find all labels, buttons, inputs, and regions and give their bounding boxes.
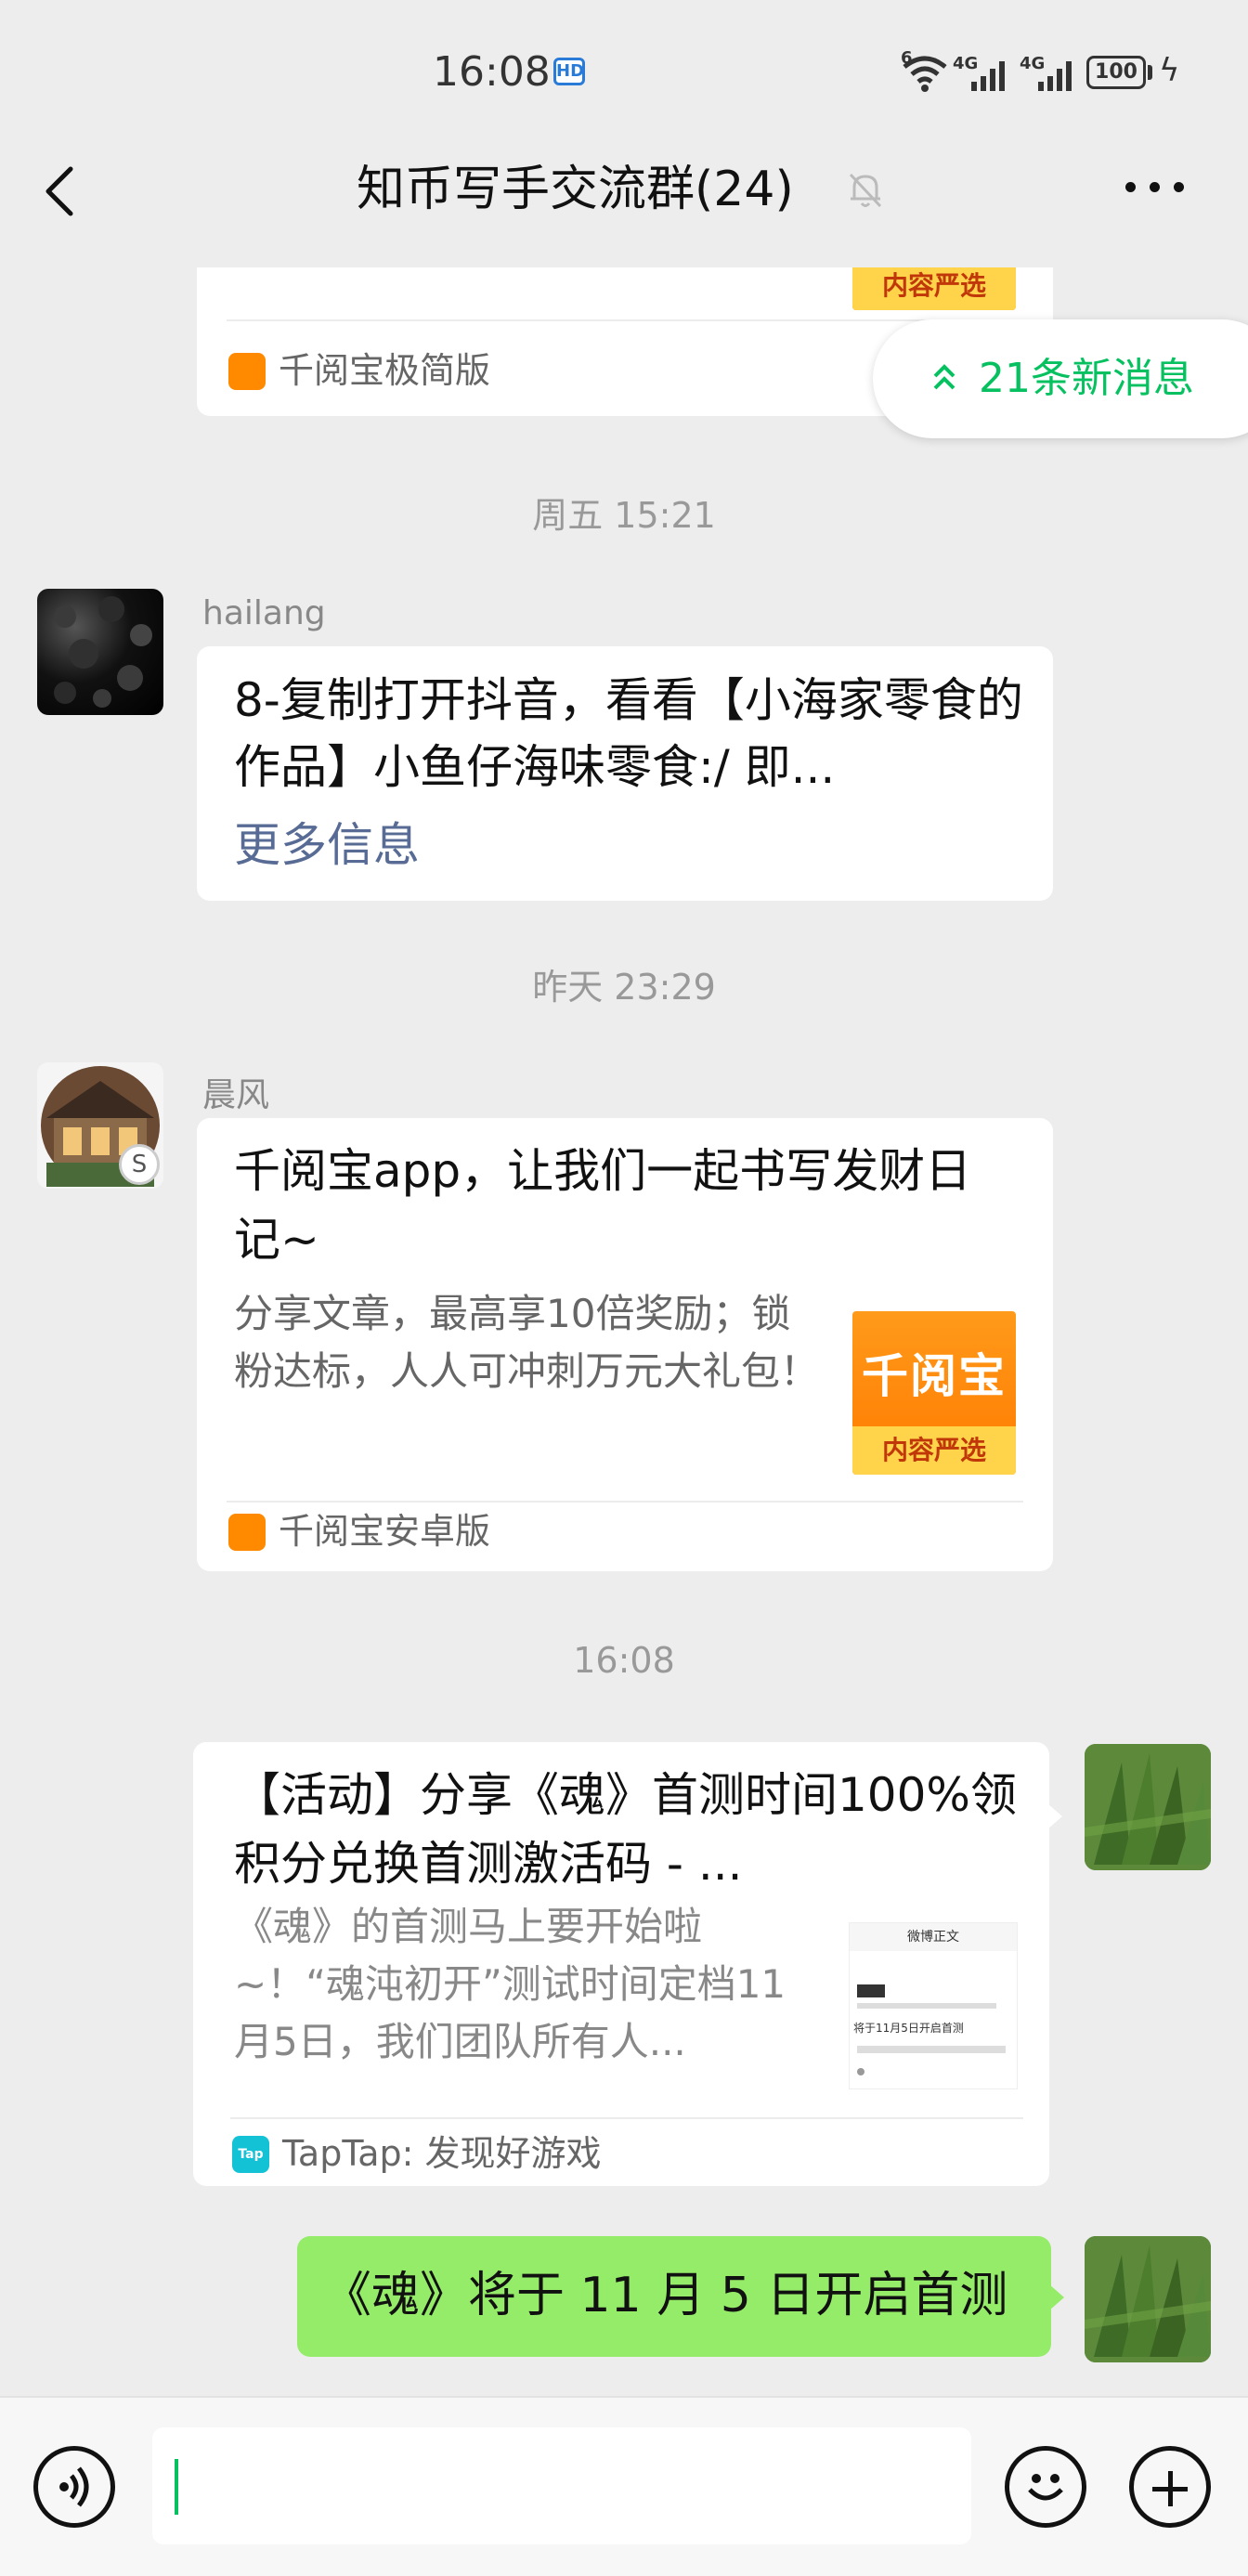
message-card[interactable]: 千阅宝app，让我们一起书写发财日记~ 分享文章，最高享10倍奖励；锁粉达标，人… [197, 1118, 1053, 1571]
message-card-self[interactable]: 【活动】分享《魂》首测时间100%领积分兑换首测激活码 - ... 《魂》的首测… [193, 1742, 1049, 2186]
more-info-link[interactable]: 更多信息 [234, 812, 420, 878]
card-thumbnail: 千阅宝 内容严选 [852, 1311, 1016, 1475]
card-title: 【活动】分享《魂》首测时间100%领积分兑换首测激活码 - ... [234, 1768, 1017, 1891]
message-bubble[interactable]: 8-复制打开抖音，看看【小海家零食的作品】小鱼仔海味零食:/ 即... 更多信息 [197, 646, 1053, 901]
back-icon[interactable] [41, 163, 78, 219]
timestamp: 周五 15:21 [532, 495, 716, 536]
badge-icon: S [119, 1144, 160, 1185]
emoji-icon[interactable] [1005, 2446, 1086, 2528]
hd-badge-icon: HD [553, 58, 585, 85]
avatar-self[interactable] [1085, 1744, 1211, 1870]
card-thumbnail: 微博正文 将于11月5日开启首测 [849, 1922, 1018, 2089]
avatar-chenfeng[interactable]: S [37, 1062, 163, 1189]
input-bar [0, 2396, 1248, 2576]
message-input[interactable] [152, 2427, 971, 2544]
card-thumbnail: 内容严选 [852, 267, 1016, 310]
battery-icon: 100 [1086, 56, 1146, 89]
card-title: 千阅宝app，让我们一起书写发财日记~ [234, 1144, 972, 1267]
message-text: 8-复制打开抖音，看看【小海家零食的作品】小鱼仔海味零食:/ 即... [234, 673, 1023, 794]
sender-name: 晨风 [202, 1076, 270, 1114]
card-source: TapTap: 发现好游戏 [282, 2133, 602, 2174]
text-caret [175, 2459, 178, 2515]
card-description: 分享文章，最高享10倍奖励；锁粉达标，人人可冲刺万元大礼包！ [234, 1291, 820, 1394]
sender-name: hailang [202, 594, 326, 632]
card-source: 千阅宝极简版 [279, 350, 491, 391]
new-messages-button[interactable]: 21条新消息 [873, 319, 1248, 438]
mute-bell-icon [849, 173, 882, 208]
wifi-label: 6 [901, 48, 913, 68]
voice-icon[interactable] [33, 2446, 115, 2528]
plus-icon[interactable] [1129, 2446, 1211, 2528]
chat-title: 知币写手交流群(24) [357, 162, 794, 217]
status-bar: 16:08 HD 6 4G 4G 100 ϟ [0, 0, 1248, 139]
double-chevron-up-icon [933, 364, 956, 390]
message-list[interactable]: 内容严选 千阅宝极简版 21条新消息 周五 15:21 hailang 8-复制… [0, 267, 1248, 2396]
qianyuebao-app-icon [228, 353, 266, 390]
timestamp: 16:08 [573, 1640, 675, 1681]
signal-sim1-icon: 4G [953, 54, 1014, 91]
message-bubble-self[interactable]: 《魂》将于 11 月 5 日开启首测 [297, 2236, 1051, 2357]
signal-sim2-icon: 4G [1020, 54, 1081, 91]
charging-icon: ϟ [1159, 52, 1180, 89]
avatar-self[interactable] [1085, 2236, 1211, 2362]
qianyuebao-app-icon [228, 1514, 266, 1551]
taptap-app-icon: Tap [232, 2136, 269, 2173]
clock: 16:08 [433, 48, 551, 96]
card-description: 《魂》的首测马上要开始啦~！“魂沌初开”测试时间定档11月5日，我们团队所有人.… [234, 1904, 786, 2064]
new-messages-label: 21条新消息 [979, 355, 1194, 402]
avatar-hailang[interactable] [37, 589, 163, 715]
card-source: 千阅宝安卓版 [279, 1511, 491, 1552]
more-icon[interactable] [1125, 178, 1189, 201]
message-text: 《魂》将于 11 月 5 日开启首测 [323, 2268, 1008, 2323]
timestamp: 昨天 23:29 [532, 967, 716, 1008]
